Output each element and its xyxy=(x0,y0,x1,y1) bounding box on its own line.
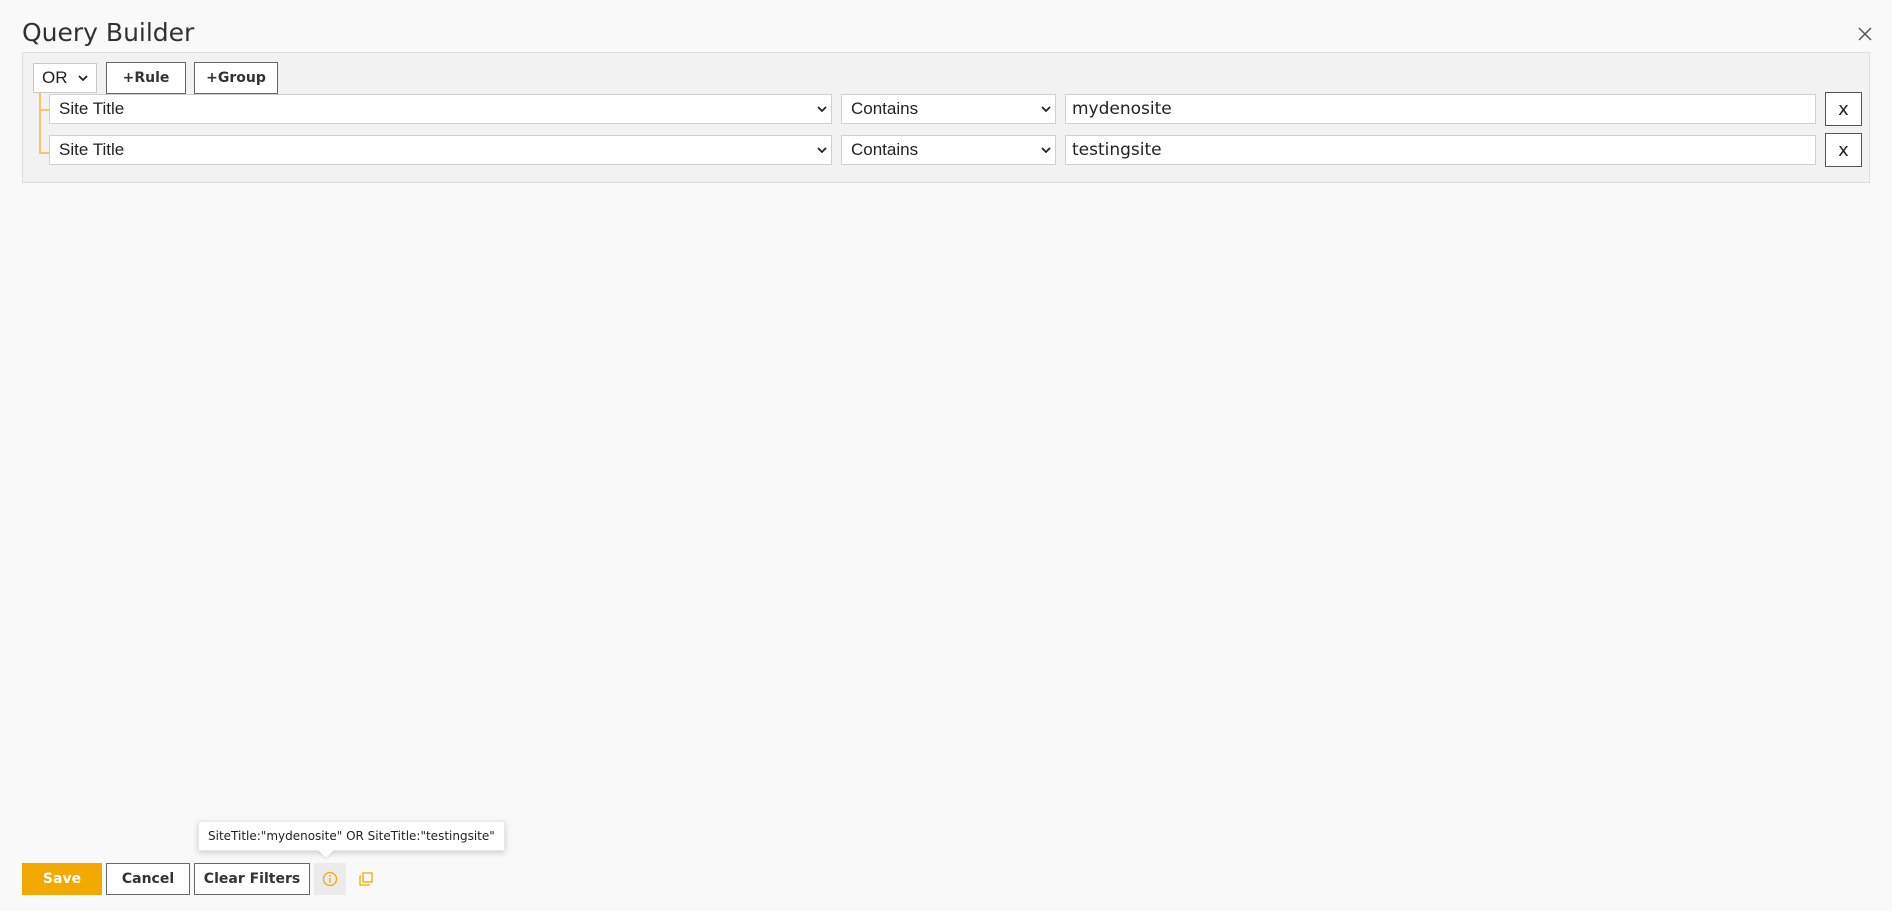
info-button[interactable] xyxy=(314,863,346,895)
remove-rule-button[interactable]: x xyxy=(1825,133,1862,167)
close-icon xyxy=(1858,27,1872,41)
condition-value: OR xyxy=(42,68,68,87)
chevron-down-icon xyxy=(817,105,827,112)
tree-connector-branch xyxy=(39,152,49,154)
remove-rule-button[interactable]: x xyxy=(1825,92,1862,126)
query-builder-panel: OR +Rule +Group Site Title Contains x Si… xyxy=(22,52,1870,183)
clear-filters-button[interactable]: Clear Filters xyxy=(194,863,310,895)
rule-field-select[interactable]: Site Title xyxy=(49,135,832,165)
rule-field-value: Site Title xyxy=(59,140,125,159)
add-group-button[interactable]: +Group xyxy=(194,62,278,94)
chevron-down-icon xyxy=(78,74,88,81)
chevron-down-icon xyxy=(1041,105,1051,112)
condition-select[interactable]: OR xyxy=(33,63,97,93)
chevron-down-icon xyxy=(817,146,827,153)
rule-row: Site Title Contains x xyxy=(49,92,1865,126)
tree-connector-branch xyxy=(39,109,49,111)
rule-row: Site Title Contains x xyxy=(49,133,1865,167)
rule-operator-value: Contains xyxy=(851,140,919,159)
save-button[interactable]: Save xyxy=(22,863,102,895)
rule-field-select[interactable]: Site Title xyxy=(49,94,832,124)
rule-operator-select[interactable]: Contains xyxy=(841,94,1056,124)
rule-operator-select[interactable]: Contains xyxy=(841,135,1056,165)
tooltip-arrow xyxy=(318,850,334,858)
rule-value-input[interactable] xyxy=(1065,135,1816,165)
rule-operator-value: Contains xyxy=(851,99,919,118)
rule-value-input[interactable] xyxy=(1065,94,1816,124)
copy-icon xyxy=(359,872,373,886)
cancel-button[interactable]: Cancel xyxy=(106,863,190,895)
info-icon xyxy=(322,871,338,887)
tree-connector-line xyxy=(39,93,41,154)
chevron-down-icon xyxy=(1041,146,1051,153)
add-rule-button[interactable]: +Rule xyxy=(106,62,186,94)
query-preview-tooltip: SiteTitle:"mydenosite" OR SiteTitle:"tes… xyxy=(198,821,505,851)
close-button[interactable] xyxy=(1855,24,1875,44)
copy-button[interactable] xyxy=(354,867,378,891)
rule-field-value: Site Title xyxy=(59,99,125,118)
dialog-title: Query Builder xyxy=(22,18,195,47)
